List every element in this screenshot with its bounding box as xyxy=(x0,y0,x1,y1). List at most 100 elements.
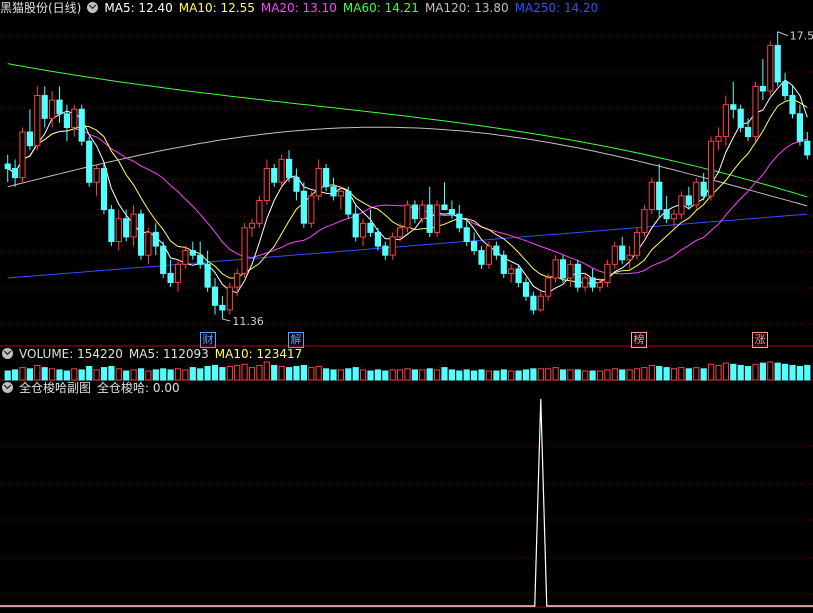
volume-bar xyxy=(663,367,670,381)
candle xyxy=(604,263,611,283)
volume-bar xyxy=(670,368,678,381)
candle xyxy=(367,222,374,233)
candle xyxy=(804,140,811,156)
volume-bar xyxy=(471,370,478,381)
candle xyxy=(700,181,707,197)
candle xyxy=(137,213,145,256)
event-tag[interactable]: 财 xyxy=(200,332,216,348)
candle xyxy=(663,209,670,220)
event-tag[interactable]: 榜 xyxy=(631,332,647,348)
candle xyxy=(426,204,433,233)
volume-bar xyxy=(4,370,11,381)
candle xyxy=(545,277,552,297)
volume-bar xyxy=(278,366,285,381)
candle xyxy=(211,286,219,306)
low-label: 11.36 xyxy=(232,315,264,328)
volume-bar xyxy=(78,369,85,381)
volume-bar xyxy=(411,369,418,381)
candle xyxy=(441,204,448,211)
candle xyxy=(648,181,655,211)
volume-bar xyxy=(241,363,248,381)
volume-bar xyxy=(708,363,715,381)
stock-chart[interactable]: 17.5 11.36 xyxy=(0,0,813,613)
candle xyxy=(108,209,115,243)
volume-bar xyxy=(508,370,515,381)
candle xyxy=(323,168,330,188)
volume-bar xyxy=(582,370,589,381)
candle xyxy=(678,195,685,215)
volume-bar xyxy=(478,369,485,381)
candle xyxy=(582,277,589,288)
candle xyxy=(315,168,322,197)
candle xyxy=(286,158,293,179)
candle xyxy=(767,44,774,92)
volume-bar xyxy=(730,363,737,381)
volume-bar xyxy=(434,369,441,381)
volume-bar xyxy=(456,370,463,381)
volume-bar xyxy=(419,369,426,381)
volume-bar xyxy=(256,364,263,381)
volume-bar xyxy=(626,369,633,381)
volume-bar xyxy=(441,367,448,381)
candle xyxy=(493,245,500,256)
volume-bar xyxy=(160,368,167,381)
volume-bar xyxy=(745,366,752,381)
candle xyxy=(500,254,507,274)
candle xyxy=(530,295,537,311)
candle xyxy=(241,227,248,274)
volume-bar xyxy=(648,364,655,381)
candle xyxy=(248,222,256,229)
candle xyxy=(345,190,352,215)
volume-bar xyxy=(308,367,315,381)
candle xyxy=(619,245,626,261)
candle xyxy=(537,295,544,311)
volume-bar xyxy=(678,367,685,381)
volume-bar xyxy=(226,366,233,381)
volume-bar xyxy=(219,367,226,381)
candle xyxy=(123,218,130,238)
volume-bar xyxy=(174,368,182,381)
volume-bar xyxy=(12,369,19,381)
volume-bar xyxy=(300,364,307,381)
subchart-spike xyxy=(0,398,813,607)
volume-bar xyxy=(323,368,330,381)
volume-bar xyxy=(722,362,729,381)
volume-bar xyxy=(271,364,278,381)
candle xyxy=(685,195,692,206)
candle xyxy=(419,204,426,220)
candle xyxy=(219,304,226,311)
candle xyxy=(330,186,337,197)
volume-bar xyxy=(737,364,744,381)
volume-bar xyxy=(530,368,537,381)
volume-bar xyxy=(774,362,781,381)
volume-bar xyxy=(123,370,130,381)
candle xyxy=(404,204,411,229)
candle xyxy=(596,282,604,288)
volume-bar xyxy=(293,366,300,381)
volume-bar xyxy=(56,369,63,381)
event-tag[interactable]: 解 xyxy=(288,332,304,348)
volume-bar xyxy=(71,368,78,381)
volume-bar xyxy=(522,369,530,381)
volume-bar xyxy=(596,370,604,381)
candle xyxy=(78,108,85,142)
volume-bar xyxy=(463,369,470,381)
volume-bar xyxy=(693,367,700,381)
high-pointer xyxy=(777,31,788,37)
volume-bar xyxy=(145,370,152,381)
event-tag[interactable]: 涨 xyxy=(752,332,768,348)
candle xyxy=(774,44,781,83)
candle xyxy=(448,209,455,215)
candle xyxy=(56,99,63,115)
candle xyxy=(34,95,41,147)
candle xyxy=(86,140,93,183)
candle xyxy=(633,231,641,256)
candle xyxy=(374,231,381,247)
candle xyxy=(574,263,581,288)
volume-bar xyxy=(448,369,455,381)
candle xyxy=(293,177,300,192)
volume-bar xyxy=(426,368,433,381)
volume-bar xyxy=(115,368,122,381)
candle xyxy=(708,140,715,197)
volume-bar xyxy=(389,369,396,381)
